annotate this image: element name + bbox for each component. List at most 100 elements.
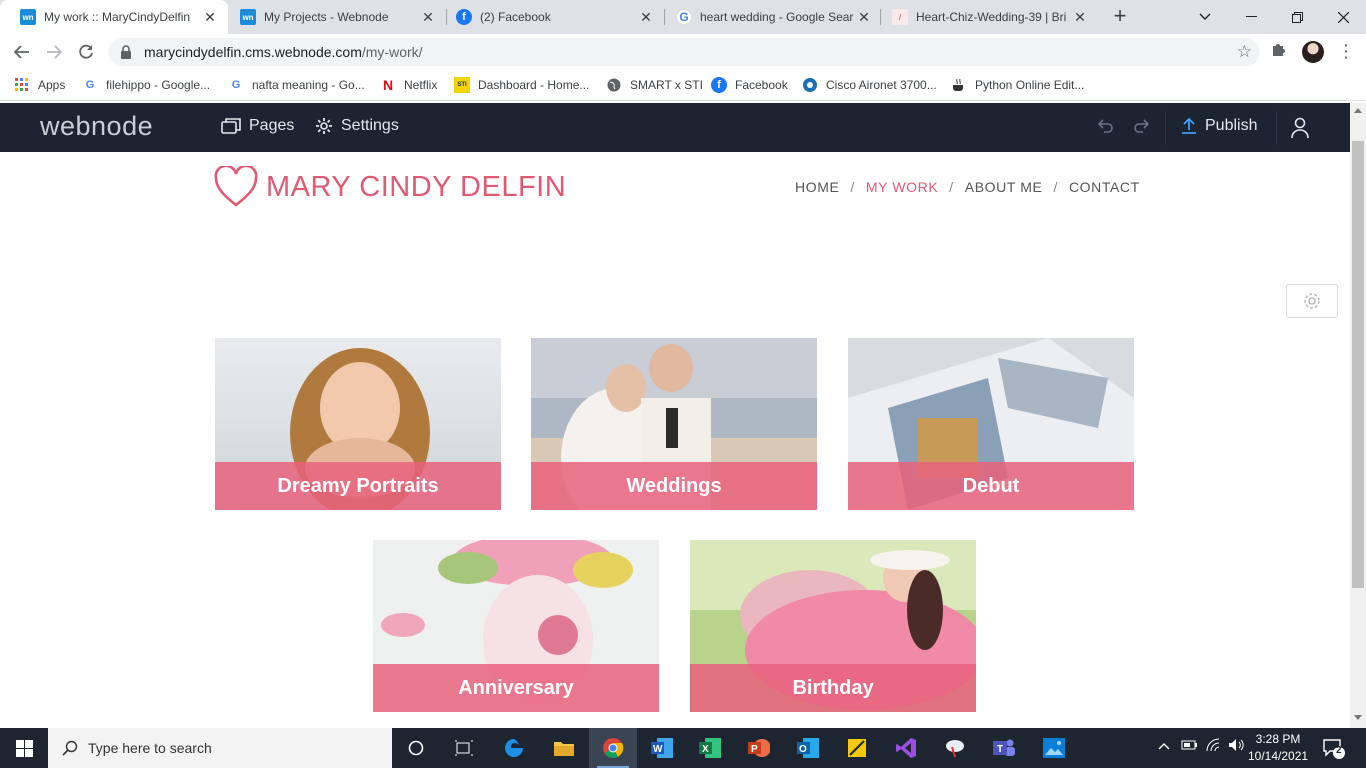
nav-home[interactable]: HOME <box>795 179 839 195</box>
bookmark-apps[interactable]: Apps <box>14 76 65 94</box>
bookmark-label: Apps <box>38 78 66 92</box>
svg-text:X: X <box>702 744 709 755</box>
sticky-tools-icon[interactable] <box>833 728 881 768</box>
restore-button[interactable] <box>1274 0 1320 34</box>
user-account-icon[interactable] <box>1290 117 1310 139</box>
upload-icon <box>1182 117 1196 134</box>
bookmark-filehippo[interactable]: Gfilehippo - Google... <box>82 76 210 94</box>
bookmark-netflix[interactable]: N Netflix <box>380 76 437 94</box>
site-navigation: HOME / MY WORK / ABOUT ME / CONTACT <box>795 179 1140 195</box>
facebook-favicon-icon: f <box>456 9 472 25</box>
svg-text:P: P <box>751 744 758 755</box>
scrollbar-thumb[interactable] <box>1352 141 1364 588</box>
windows-taskbar: Type here to search W X P O T 3:28 PM 10… <box>0 728 1366 768</box>
browser-menu-icon[interactable]: ⋮ <box>1337 40 1355 62</box>
word-icon[interactable]: W <box>638 728 686 768</box>
bookmark-label: Python Online Edit... <box>975 78 1085 92</box>
undo-icon[interactable] <box>1096 119 1116 137</box>
profile-avatar[interactable] <box>1302 41 1324 63</box>
teams-icon[interactable]: T <box>980 728 1028 768</box>
excel-icon[interactable]: X <box>686 728 734 768</box>
taskbar-search-box[interactable]: Type here to search <box>48 728 392 768</box>
new-tab-button[interactable]: + <box>1108 3 1132 28</box>
browser-toolbar: marycindydelfin.cms.webnode.com/my-work/… <box>0 34 1366 70</box>
close-tab-icon[interactable]: ✕ <box>638 9 654 26</box>
close-tab-icon[interactable]: ✕ <box>420 9 436 26</box>
pages-menu-button[interactable]: Pages <box>221 117 294 135</box>
system-clock[interactable]: 3:28 PM 10/14/2021 <box>1248 731 1308 765</box>
reload-icon[interactable] <box>74 40 98 64</box>
lock-icon[interactable] <box>120 45 132 59</box>
tab-my-work[interactable]: wn My work :: MaryCindyDelfin ✕ <box>0 0 228 34</box>
url-path: /my-work/ <box>361 44 423 60</box>
tab-facebook[interactable]: f (2) Facebook ✕ <box>436 0 664 34</box>
gear-icon <box>316 118 332 134</box>
bookmark-python-editor[interactable]: Python Online Edit... <box>951 76 1084 94</box>
extensions-puzzle-icon[interactable] <box>1269 40 1289 60</box>
nav-about-me[interactable]: ABOUT ME <box>965 179 1043 195</box>
cortana-icon[interactable] <box>392 728 440 768</box>
pages-label: Pages <box>249 117 295 134</box>
bookmark-label: filehippo - Google... <box>106 78 211 92</box>
volume-icon[interactable] <box>1228 738 1246 755</box>
google-icon: G <box>85 79 95 91</box>
wifi-icon[interactable] <box>1206 738 1224 755</box>
bookmark-nafta[interactable]: Gnafta meaning - Go... <box>228 76 365 94</box>
edge-browser-icon[interactable] <box>490 728 538 768</box>
webnode-favicon-icon: wn <box>240 9 256 25</box>
tab-title: heart wedding - Google Sear <box>700 10 854 24</box>
bookmark-label: nafta meaning - Go... <box>252 78 365 92</box>
action-center-button[interactable]: 2 <box>1322 736 1346 760</box>
battery-icon[interactable] <box>1181 738 1199 755</box>
google-icon: G <box>231 79 241 91</box>
tab-heart-chiz-wedding[interactable]: / Heart-Chiz-Wedding-39 | Bri ✕ <box>872 0 1098 34</box>
apps-grid-icon <box>14 77 30 93</box>
bookmark-facebook[interactable]: f Facebook <box>711 76 788 94</box>
tab-google-search[interactable]: G heart wedding - Google Sear ✕ <box>656 0 882 34</box>
chrome-icon[interactable] <box>589 728 637 768</box>
page-scrollbar[interactable] <box>1350 103 1366 728</box>
task-view-icon[interactable] <box>440 728 488 768</box>
section-settings-button[interactable] <box>1286 284 1338 318</box>
start-button[interactable] <box>0 728 48 768</box>
card-anniversary[interactable]: Anniversary <box>373 540 659 712</box>
bookmark-label: Dashboard - Home... <box>478 78 590 92</box>
close-tab-icon[interactable]: ✕ <box>856 9 872 26</box>
site-brand[interactable]: MARY CINDY DELFIN <box>214 166 566 208</box>
nav-contact[interactable]: CONTACT <box>1069 179 1140 195</box>
card-caption: Debut <box>848 462 1134 510</box>
close-tab-icon[interactable]: ✕ <box>202 9 218 26</box>
visual-studio-icon[interactable] <box>882 728 930 768</box>
card-weddings[interactable]: Weddings <box>531 338 817 510</box>
scroll-down-arrow-icon[interactable] <box>1354 715 1362 720</box>
card-birthday[interactable]: Birthday <box>690 540 976 712</box>
address-bar[interactable]: marycindydelfin.cms.webnode.com/my-work/… <box>108 38 1260 66</box>
bookmark-smart-sti[interactable]: SMART x STI <box>606 76 703 94</box>
minimize-button[interactable] <box>1228 0 1274 34</box>
publish-button[interactable]: Publish <box>1181 117 1257 135</box>
file-explorer-icon[interactable] <box>540 728 588 768</box>
bookmark-star-icon[interactable]: ☆ <box>1237 42 1252 62</box>
back-arrow-icon[interactable] <box>10 40 34 64</box>
outlook-icon[interactable]: O <box>784 728 832 768</box>
close-tab-icon[interactable]: ✕ <box>1072 9 1088 26</box>
bookmark-cisco[interactable]: Cisco Aironet 3700... <box>802 76 937 94</box>
webnode-logo[interactable]: webnode <box>40 111 153 142</box>
powerpoint-icon[interactable]: P <box>735 728 783 768</box>
tab-search-chevron-icon[interactable] <box>1182 0 1228 34</box>
forward-arrow-icon[interactable] <box>42 40 66 64</box>
card-dreamy-portraits[interactable]: Dreamy Portraits <box>215 338 501 510</box>
card-debut[interactable]: Debut <box>848 338 1134 510</box>
tab-my-projects[interactable]: wn My Projects - Webnode ✕ <box>220 0 446 34</box>
redo-icon[interactable] <box>1131 119 1151 137</box>
windows-logo-icon <box>15 739 33 757</box>
show-hidden-icons-chevron-icon[interactable] <box>1158 739 1170 754</box>
close-window-button[interactable] <box>1320 0 1366 34</box>
scroll-up-arrow-icon[interactable] <box>1354 108 1362 113</box>
settings-menu-button[interactable]: Settings <box>315 117 399 135</box>
url-host: marycindydelfin.cms.webnode.com <box>144 44 362 60</box>
photos-icon[interactable] <box>1030 728 1078 768</box>
nav-my-work[interactable]: MY WORK <box>866 179 938 195</box>
bookmark-dashboard[interactable]: STI Dashboard - Home... <box>454 76 589 94</box>
cisco-packet-tracer-icon[interactable] <box>931 728 979 768</box>
